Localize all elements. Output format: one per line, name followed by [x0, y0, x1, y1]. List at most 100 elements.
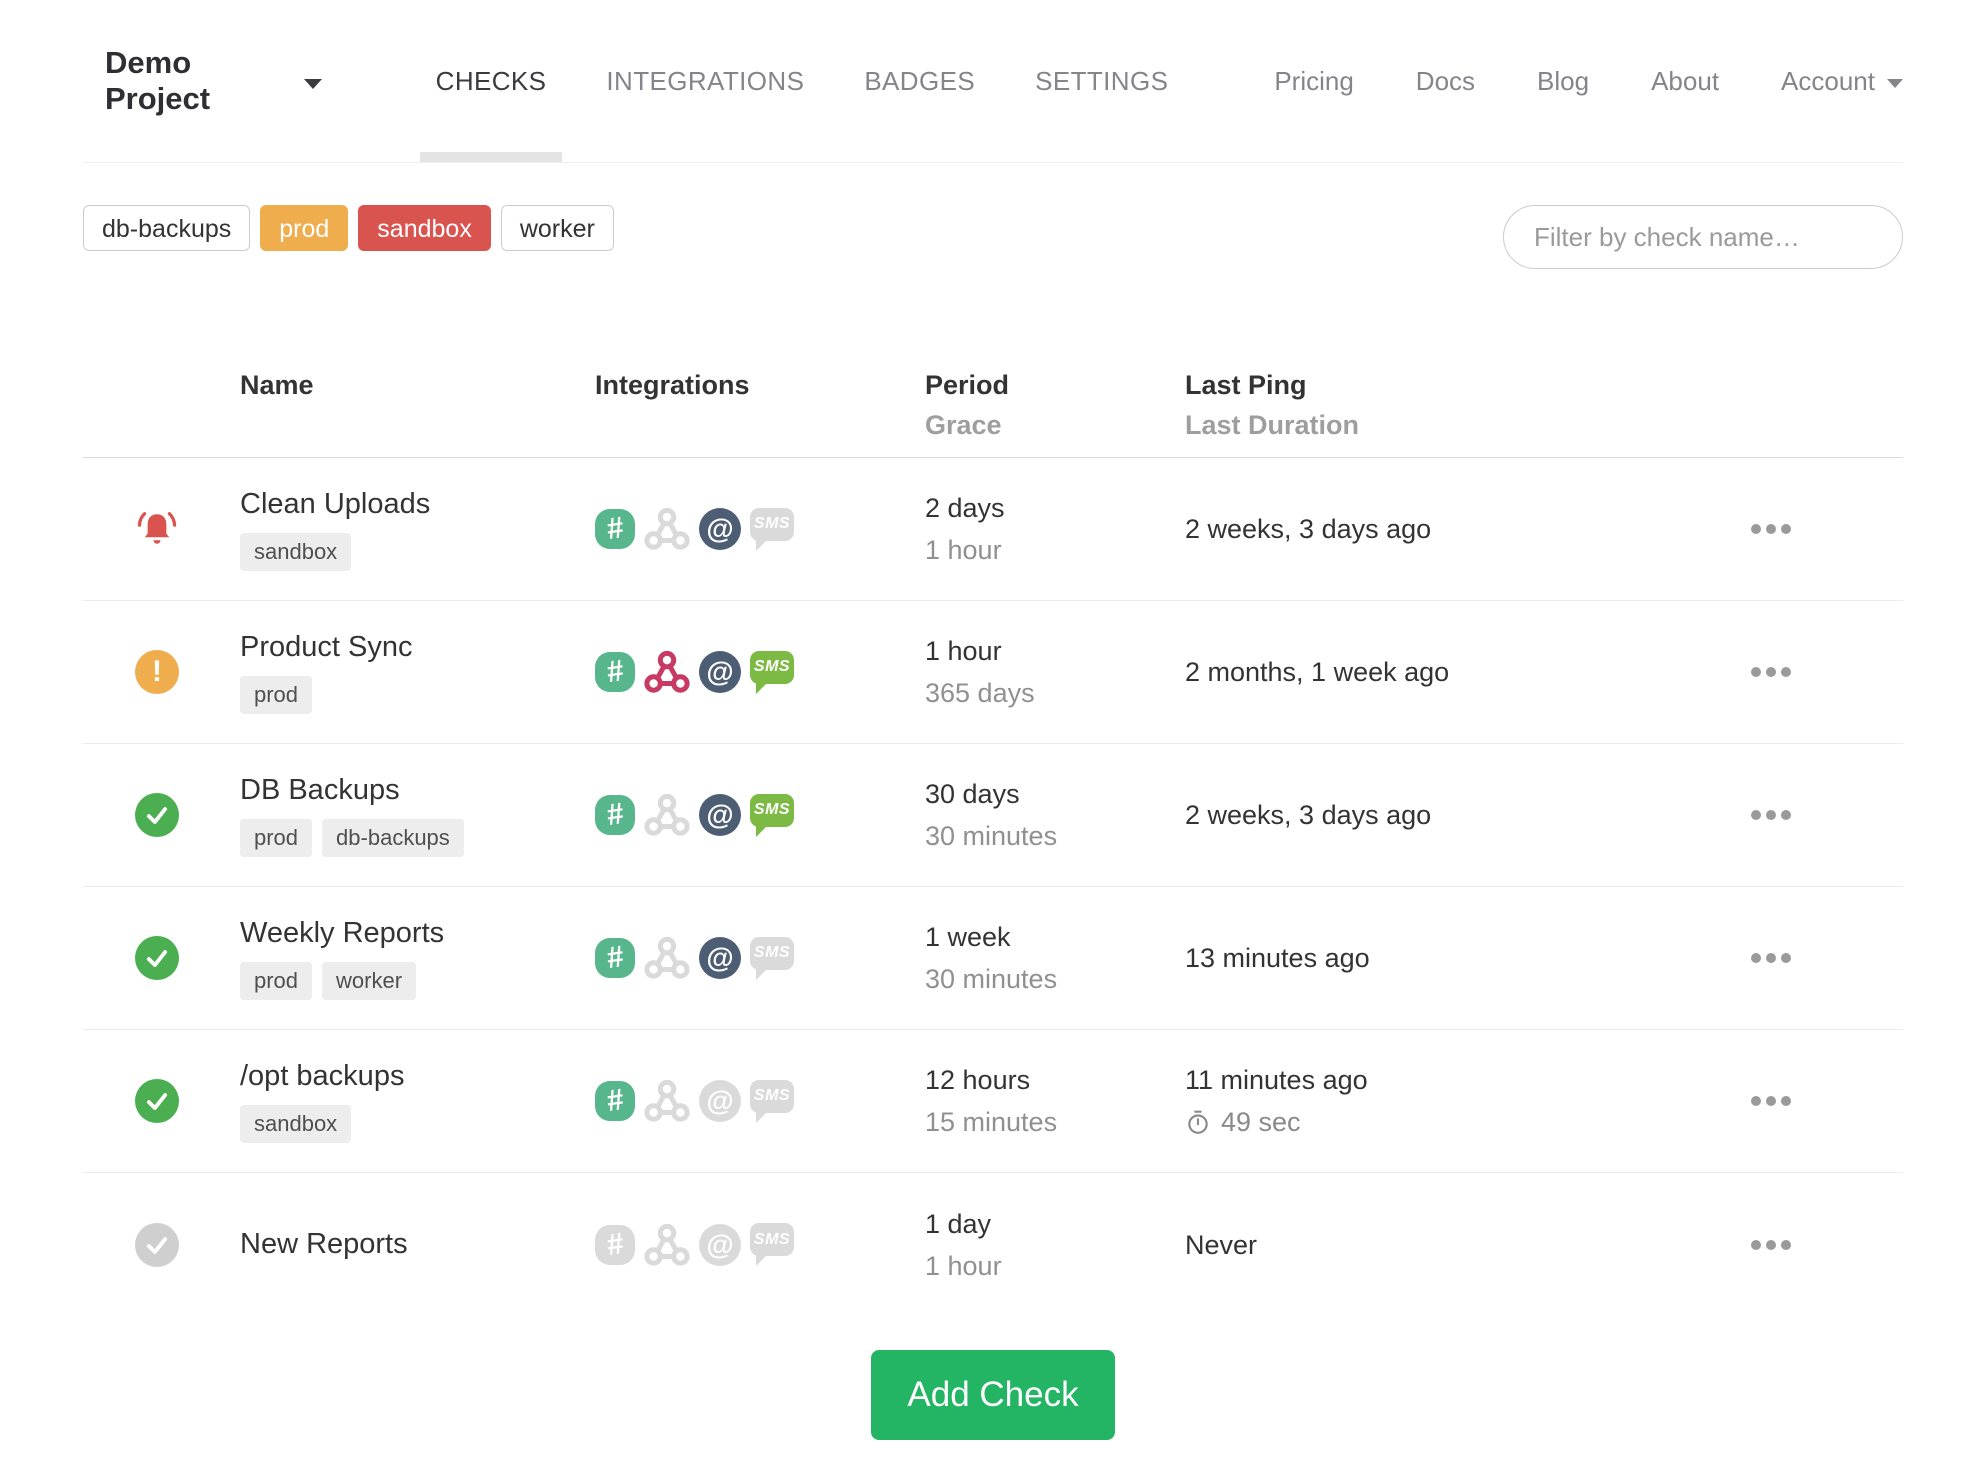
sms-icon[interactable]: SMS	[750, 793, 794, 837]
row-menu-button[interactable]	[1745, 1230, 1797, 1260]
top-nav: Demo Project CHECKS INTEGRATIONS BADGES …	[83, 0, 1903, 163]
sms-icon[interactable]: SMS	[750, 1223, 794, 1266]
sms-icon[interactable]: SMS	[750, 936, 794, 980]
email-icon[interactable]: @	[699, 794, 741, 836]
sms-icon[interactable]: SMS	[750, 1079, 794, 1123]
tab-label: BADGES	[864, 65, 976, 96]
stopwatch-icon	[1188, 1110, 1208, 1134]
check-tag: sandbox	[240, 532, 352, 571]
check-name[interactable]: Product Sync	[240, 631, 595, 664]
check-icon	[146, 1236, 168, 1254]
webhook-icon[interactable]	[644, 1222, 690, 1268]
check-name[interactable]: Weekly Reports	[240, 917, 595, 950]
check-name[interactable]: Clean Uploads	[240, 488, 595, 521]
slack-icon[interactable]: #	[595, 509, 635, 549]
period-cell[interactable]: 1 day 1 hour	[925, 1203, 1185, 1287]
slack-icon[interactable]: #	[595, 938, 635, 978]
menu-cell	[1745, 657, 1903, 687]
nav-link-docs[interactable]: Docs	[1416, 66, 1475, 97]
last-ping-value: 2 weeks, 3 days ago	[1185, 800, 1432, 830]
row-menu-button[interactable]	[1745, 800, 1797, 830]
slack-icon[interactable]: #	[595, 652, 635, 692]
webhook-icon[interactable]	[644, 792, 690, 838]
page: Demo Project CHECKS INTEGRATIONS BADGES …	[0, 0, 1986, 1440]
email-icon[interactable]: @	[699, 1223, 741, 1266]
webhook-icon[interactable]	[644, 506, 690, 552]
webhook-icon[interactable]	[644, 1078, 690, 1124]
check-icon	[146, 807, 168, 824]
grace-value: 365 days	[925, 678, 1035, 708]
integrations-cell: # @ SMS	[595, 1222, 925, 1268]
nav-link-blog[interactable]: Blog	[1537, 66, 1589, 97]
nav-link-about[interactable]: About	[1651, 66, 1719, 97]
period-cell[interactable]: 2 days 1 hour	[925, 487, 1185, 571]
check-name[interactable]: New Reports	[240, 1228, 595, 1261]
tag-filter-db-backups[interactable]: db-backups	[83, 205, 251, 251]
tag-filter-prod[interactable]: prod	[260, 205, 349, 251]
check-icon	[146, 950, 168, 967]
name-cell: Clean Uploads sandbox	[215, 488, 595, 571]
webhook-icon[interactable]	[644, 649, 690, 695]
row-menu-button[interactable]	[1745, 1086, 1797, 1116]
slack-icon[interactable]: #	[595, 1224, 635, 1265]
integrations-cell: # @ SMS	[595, 935, 925, 981]
check-tag: prod	[240, 675, 313, 714]
period-cell[interactable]: 1 week 30 minutes	[925, 916, 1185, 1000]
row-menu-button[interactable]	[1745, 943, 1797, 973]
add-check-area: Add Check	[83, 1316, 1903, 1440]
table-row: /opt backups sandbox # @ SMS 12 hours 15…	[83, 1030, 1903, 1173]
period-value: 2 days	[925, 493, 1005, 523]
tag-filter-sandbox[interactable]: sandbox	[358, 205, 491, 251]
period-value: 1 hour	[925, 636, 1002, 666]
last-ping-cell: 2 months, 1 week ago	[1185, 651, 1745, 693]
header-integrations: Integrations	[595, 370, 750, 400]
period-cell[interactable]: 1 hour 365 days	[925, 630, 1185, 714]
name-cell: New Reports	[215, 1228, 595, 1261]
period-cell[interactable]: 30 days 30 minutes	[925, 773, 1185, 857]
status-cell	[83, 793, 215, 837]
project-switcher[interactable]: Demo Project	[105, 45, 322, 117]
email-icon[interactable]: @	[699, 1080, 741, 1122]
email-icon[interactable]: @	[699, 937, 741, 979]
status-cell	[83, 507, 215, 551]
account-menu[interactable]: Account	[1781, 66, 1903, 97]
status-circle-icon	[135, 793, 179, 837]
sms-icon[interactable]: SMS	[750, 507, 794, 551]
email-icon[interactable]: @	[699, 651, 741, 693]
check-tags: sandbox	[240, 532, 595, 571]
tab-integrations[interactable]: INTEGRATIONS	[590, 0, 820, 162]
name-cell: /opt backups sandbox	[215, 1060, 595, 1143]
sms-icon[interactable]: SMS	[750, 650, 794, 694]
check-tag: prod	[240, 818, 313, 857]
status-circle-icon	[135, 936, 179, 980]
tab-checks[interactable]: CHECKS	[419, 0, 563, 162]
filter-input[interactable]	[1503, 205, 1903, 269]
account-label: Account	[1781, 65, 1875, 96]
tab-label: INTEGRATIONS	[606, 65, 805, 96]
tag-filter-worker[interactable]: worker	[500, 205, 614, 251]
last-ping-cell: 13 minutes ago	[1185, 937, 1745, 979]
check-name[interactable]: /opt backups	[240, 1060, 595, 1093]
last-ping-value: 13 minutes ago	[1185, 943, 1370, 973]
tab-badges[interactable]: BADGES	[848, 0, 991, 162]
slack-icon[interactable]: #	[595, 1081, 635, 1121]
nav-link-pricing[interactable]: Pricing	[1274, 66, 1353, 97]
period-cell[interactable]: 12 hours 15 minutes	[925, 1059, 1185, 1143]
add-check-button[interactable]: Add Check	[871, 1350, 1115, 1440]
tab-settings[interactable]: SETTINGS	[1019, 0, 1184, 162]
status-cell	[83, 650, 215, 694]
webhook-icon[interactable]	[644, 935, 690, 981]
last-ping-cell: Never	[1185, 1224, 1745, 1266]
row-menu-button[interactable]	[1745, 514, 1797, 544]
email-icon[interactable]: @	[699, 508, 741, 550]
row-menu-button[interactable]	[1745, 657, 1797, 687]
last-ping-value: 2 weeks, 3 days ago	[1185, 514, 1432, 544]
check-tags: prod worker	[240, 961, 595, 1000]
period-value: 1 day	[925, 1208, 992, 1239]
header-last-ping: Last Ping	[1185, 370, 1307, 400]
project-tabs: CHECKS INTEGRATIONS BADGES SETTINGS	[419, 0, 1213, 162]
slack-icon[interactable]: #	[595, 795, 635, 835]
check-name[interactable]: DB Backups	[240, 774, 595, 807]
project-name: Demo Project	[105, 45, 211, 116]
integrations-cell: # @ SMS	[595, 649, 925, 695]
